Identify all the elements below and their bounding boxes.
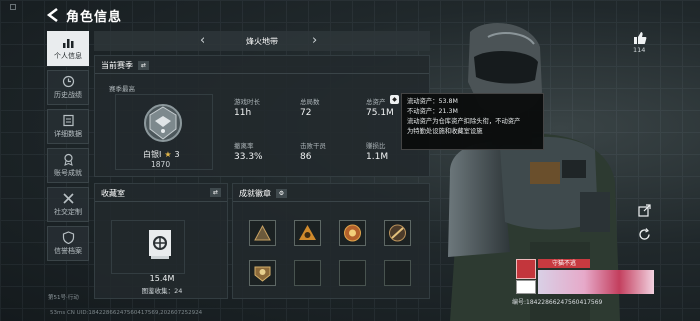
- rotate-button[interactable]: [638, 226, 651, 245]
- stat-label: 撤离率: [234, 142, 254, 150]
- sidebar-item-details[interactable]: 详细数据: [47, 109, 89, 144]
- achievement-icon: [63, 153, 73, 166]
- stat-label: 总资产: [366, 98, 386, 106]
- sidebar-item-history[interactable]: 历史战绩: [47, 70, 89, 105]
- rank-badge: [516, 280, 536, 294]
- swap-icon[interactable]: ⇄: [138, 61, 149, 70]
- sidebar-item-achievements[interactable]: 账号成就: [47, 148, 89, 183]
- rank-stars: 3: [174, 150, 180, 159]
- achievements-panel[interactable]: 成就徽章 ⚙: [232, 183, 430, 299]
- tooltip-line: 为特勤处设施和收藏室设施: [407, 128, 483, 135]
- sidebar-item-label: 历史战绩: [54, 91, 82, 99]
- sidebar-item-label: 账号成就: [54, 169, 82, 177]
- stat-label: 赚损比: [366, 142, 386, 150]
- rank-score: 1870: [151, 160, 171, 169]
- stat-value: 1.1M: [366, 152, 389, 162]
- chevron-left-icon[interactable]: ‹: [200, 33, 205, 48]
- profile-name: 守猫不逃: [538, 259, 590, 268]
- share-button[interactable]: [638, 202, 651, 221]
- profile-uid: 编号:18422866247560417569: [512, 299, 603, 306]
- stat-value: 86: [300, 152, 312, 162]
- season-selector: ‹ 烽火地带 ›: [94, 31, 430, 51]
- tooltip-line: 流动资产：53.8M: [407, 98, 458, 105]
- stat-value: 75.1M: [366, 108, 394, 118]
- like-count: 114: [633, 46, 646, 54]
- collection-count: 图鉴收集：24: [141, 287, 183, 295]
- current-season-panel: 当前赛季 ⇄ 赛季最高 白银I ★ 3 1870 游戏时长 11h 总局数 72…: [94, 55, 430, 177]
- tooltip-line: 不动资产：21.3M: [407, 108, 458, 115]
- divider: [233, 201, 429, 202]
- status-bar-text: 53ms CN UID:18422866247560417569,2026072…: [50, 310, 203, 316]
- stat-label: 游戏时长: [234, 98, 260, 106]
- achievement-badge[interactable]: [294, 220, 321, 246]
- pyramid-badge-icon: [299, 225, 316, 240]
- sidebar-item-credit[interactable]: 信誉档案: [47, 226, 89, 261]
- panel-title: 收藏室: [101, 188, 125, 199]
- collection-panel[interactable]: 收藏室 ⇄ 15.4M 图鉴收集：24: [94, 183, 228, 299]
- sidebar-item-label: 详细数据: [54, 130, 82, 138]
- asset-tooltip: 流动资产：53.8M 不动资产：21.3M 流动资产为仓库资产扣除头衔，不动资产…: [401, 93, 544, 150]
- current-season-title: 当前赛季: [101, 61, 133, 70]
- rank-name: 白银I: [143, 150, 162, 159]
- corner-decoration: [10, 4, 16, 10]
- swap-icon[interactable]: ⇄: [210, 188, 221, 197]
- sidebar-footer: 第51号·行动: [48, 295, 79, 301]
- divider: [95, 201, 227, 202]
- slash-badge-icon: [389, 224, 406, 242]
- document-icon: [62, 114, 74, 127]
- crest-badge-icon: [254, 266, 271, 282]
- achievement-badge[interactable]: [249, 220, 276, 246]
- sidebar-item-personal-info[interactable]: 个人信息: [47, 31, 89, 66]
- achievement-badge[interactable]: [384, 220, 411, 246]
- page-title: 角色信息: [66, 10, 123, 25]
- sidebar: 个人信息 历史战绩 详细数据 账号成就 社交定制 信誉档案: [47, 31, 89, 265]
- share-icon: [638, 204, 651, 217]
- sidebar-item-label: 个人信息: [54, 52, 82, 60]
- sidebar-item-label: 社交定制: [54, 208, 82, 216]
- season-name: 烽火地带: [246, 36, 278, 46]
- bar-chart-icon: [62, 39, 73, 48]
- achievement-badge[interactable]: [249, 260, 276, 286]
- profile-card[interactable]: 守猫不逃: [516, 258, 654, 296]
- collection-title: 收藏室: [101, 189, 125, 198]
- rotate-icon: [639, 228, 650, 240]
- rank-line: 白银I ★ 3: [143, 149, 180, 160]
- triangle-badge-icon: [254, 224, 271, 241]
- empty-badge-slot[interactable]: [339, 260, 366, 286]
- sidebar-item-social[interactable]: 社交定制: [47, 187, 89, 222]
- round-badge-icon: [344, 224, 361, 242]
- stat-value: 72: [300, 108, 312, 118]
- season-high-label: 赛季最高: [109, 85, 135, 93]
- rank-silver-emblem-icon: [144, 104, 182, 142]
- panel-title: 成就徽章 ⚙: [239, 188, 287, 199]
- divider: [95, 73, 429, 74]
- tooltip-line: 流动资产为仓库资产扣除头衔，不动资产: [407, 118, 521, 125]
- achievement-badge[interactable]: [339, 220, 366, 246]
- gear-icon[interactable]: ⚙: [276, 189, 287, 198]
- stat-value: 11h: [234, 108, 252, 118]
- achievements-title: 成就徽章: [239, 189, 271, 198]
- chevron-right-icon[interactable]: ›: [312, 33, 317, 48]
- shield-icon: [62, 231, 74, 244]
- sidebar-item-label: 信誉档案: [54, 247, 82, 255]
- collection-value: 15.4M: [149, 274, 175, 283]
- stat-value: 33.3%: [234, 152, 263, 162]
- panel-title: 当前赛季 ⇄: [101, 60, 149, 71]
- empty-badge-slot[interactable]: [384, 260, 411, 286]
- star-icon: ★: [164, 150, 172, 159]
- empty-badge-slot[interactable]: [294, 260, 321, 286]
- info-icon[interactable]: ◆: [390, 95, 399, 104]
- history-icon: [62, 75, 74, 88]
- stat-label: 击败干员: [300, 142, 326, 150]
- stat-label: 总局数: [300, 98, 320, 106]
- profile-banner: [538, 270, 654, 294]
- back-arrow-icon[interactable]: [46, 7, 60, 23]
- tools-icon: [62, 193, 74, 204]
- avatar: [516, 259, 536, 279]
- collection-vault-icon: [149, 230, 171, 259]
- thumbs-up-icon: [634, 32, 647, 44]
